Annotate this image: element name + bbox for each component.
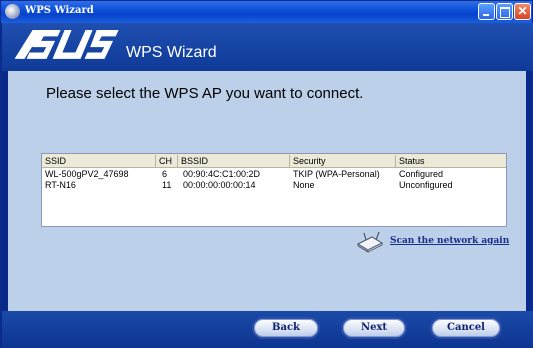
window-title: WPS Wizard [25, 5, 94, 16]
asus-logo [13, 29, 119, 68]
cell-bssid: 00:90:4C:C1:00:2D [183, 169, 261, 179]
cell-ch: 6 [162, 169, 168, 179]
scan-again-link[interactable]: Scan the network again [356, 231, 516, 253]
column-header-status[interactable]: Status [396, 155, 506, 167]
column-header-ch[interactable]: CH [156, 155, 178, 167]
cell-ch: 11 [162, 180, 172, 190]
column-header-bssid[interactable]: BSSID [178, 155, 290, 167]
cell-status: Configured [399, 169, 444, 179]
table-header: SSID CH BSSID Security Status [42, 154, 506, 168]
cell-security: TKIP (WPA-Personal) [293, 169, 380, 179]
router-icon [356, 231, 384, 253]
next-button[interactable]: Next [341, 317, 407, 339]
instruction-text: Please select the WPS AP you want to con… [46, 85, 364, 102]
table-row[interactable]: WL-500gPV2_47698 6 00:90:4C:C1:00:2D TKI… [42, 169, 506, 180]
column-header-security[interactable]: Security [290, 155, 396, 167]
cell-status: Unconfigured [399, 180, 453, 190]
back-button-label: Back [272, 322, 300, 333]
close-icon: ✕ [517, 4, 528, 18]
wps-wizard-window: WPS Wizard ✕ WPS Wizard Please select th… [0, 0, 533, 348]
cancel-button-label: Cancel [447, 322, 485, 333]
content-panel: Please select the WPS AP you want to con… [8, 71, 526, 311]
next-button-label: Next [360, 322, 388, 333]
scan-again-label[interactable]: Scan the network again [390, 236, 509, 246]
maximize-button[interactable] [496, 3, 513, 20]
app-icon [5, 4, 20, 19]
cell-security: None [293, 180, 315, 190]
cell-ssid: RT-N16 [45, 180, 76, 190]
ap-list-table[interactable]: SSID CH BSSID Security Status WL-500gPV2… [41, 153, 507, 227]
back-button[interactable]: Back [252, 317, 320, 339]
cancel-button[interactable]: Cancel [430, 317, 502, 339]
maximize-icon [497, 4, 512, 19]
cell-bssid: 00:00:00:00:00:14 [183, 180, 256, 190]
asus-logo-mark [14, 30, 119, 59]
column-header-ssid[interactable]: SSID [42, 155, 156, 167]
wizard-title: WPS Wizard [126, 44, 217, 61]
table-row[interactable]: RT-N16 11 00:00:00:00:00:14 None Unconfi… [42, 180, 506, 191]
wizard-footer: Back Next Cancel [2, 311, 533, 348]
minimize-button[interactable] [478, 3, 495, 20]
title-bar[interactable]: WPS Wizard ✕ [1, 1, 532, 23]
close-button[interactable]: ✕ [514, 3, 531, 20]
minimize-icon [479, 4, 494, 19]
cell-ssid: WL-500gPV2_47698 [45, 169, 129, 179]
wizard-header: WPS Wizard [2, 23, 533, 71]
